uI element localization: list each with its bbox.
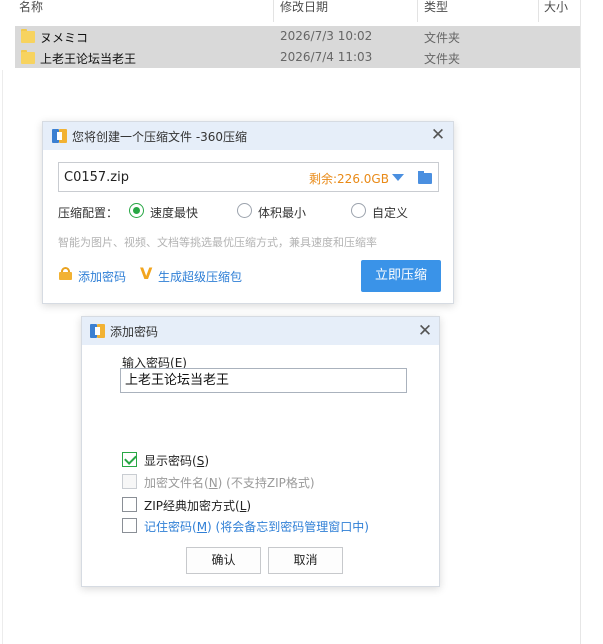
dialog-titlebar[interactable]: 您将创建一个压缩文件 -360压缩 ✕: [43, 122, 453, 150]
file-type: 文件夹: [424, 52, 461, 66]
folder-icon: [21, 29, 35, 43]
archive-app-icon: [90, 324, 105, 338]
dropdown-arrow-icon[interactable]: [392, 174, 404, 181]
file-row[interactable]: 上老王论坛当老王 2026/7/4 11:03 文件夹: [15, 47, 580, 68]
add-password-dialog: 添加密码 ✕ 输入密码(E) 上老王论坛当老王 显示密码(S) 加密文件名(N)…: [81, 316, 440, 587]
column-header-date[interactable]: 修改日期: [276, 0, 328, 22]
archive-app-icon: [52, 129, 67, 143]
checkbox-label[interactable]: 显示密码(S): [144, 452, 209, 469]
close-icon[interactable]: ✕: [417, 323, 433, 340]
dialog-title: 您将创建一个压缩文件 -360压缩: [72, 130, 248, 144]
file-name: 上老王论坛当老王: [40, 52, 137, 66]
radio-circle[interactable]: [351, 203, 366, 218]
column-divider[interactable]: [417, 0, 418, 22]
column-header-size[interactable]: 大小: [540, 0, 568, 22]
radio-label[interactable]: 体积最小: [258, 204, 306, 221]
checkbox-label[interactable]: ZIP经典加密方式(L): [144, 497, 251, 514]
lock-icon[interactable]: [59, 267, 72, 280]
super-archive-link[interactable]: 生成超级压缩包: [158, 268, 242, 285]
folder-icon: [21, 50, 35, 64]
password-input[interactable]: 上老王论坛当老王: [120, 368, 407, 393]
free-space-label: 剩余:226.0GB: [309, 172, 389, 186]
file-row[interactable]: ヌメミコ 2026/7/3 10:02 文件夹: [15, 26, 580, 47]
checkmark-icon[interactable]: [122, 452, 137, 467]
explorer-border: [2, 70, 3, 644]
checkbox-label: 加密文件名(N) (不支持ZIP格式): [144, 476, 315, 490]
column-header-name[interactable]: 名称: [15, 0, 43, 22]
compress-now-button[interactable]: 立即压缩: [361, 260, 441, 292]
archive-path-field[interactable]: C0157.zip 剩余:226.0GB: [58, 162, 439, 192]
file-date: 2026/7/4 11:03: [280, 50, 373, 64]
confirm-button[interactable]: 确认: [186, 547, 261, 574]
cancel-button[interactable]: 取消: [268, 547, 343, 574]
file-type: 文件夹: [424, 31, 461, 45]
checkbox-box[interactable]: [122, 497, 137, 512]
column-divider[interactable]: [273, 0, 274, 22]
screen: 名称 修改日期 类型 大小 ヌメミコ 2026/7/3 10:02 文件夹 上老…: [0, 0, 603, 644]
close-icon[interactable]: ✕: [430, 127, 446, 144]
checkbox-box-disabled: [122, 474, 137, 489]
browse-folder-icon[interactable]: [418, 171, 432, 184]
radio-label[interactable]: 自定义: [372, 204, 408, 221]
radio-circle[interactable]: [237, 203, 252, 218]
checkbox-box[interactable]: [122, 518, 137, 533]
explorer-border: [580, 0, 581, 644]
archive-filename[interactable]: C0157.zip: [64, 170, 129, 185]
checkbox-label[interactable]: 记住密码(M) (将会备忘到密码管理窗口中): [144, 518, 369, 535]
v-badge-icon[interactable]: V: [140, 264, 152, 283]
radio-circle-selected[interactable]: [129, 203, 144, 218]
dialog-titlebar[interactable]: 添加密码 ✕: [82, 317, 439, 345]
compression-config-label: 压缩配置：: [58, 206, 119, 220]
dialog-title: 添加密码: [110, 325, 159, 339]
compression-hint: 智能为图片、视频、文档等挑选最优压缩方式，兼具速度和压缩率: [58, 236, 377, 249]
file-name: ヌメミコ: [40, 31, 89, 45]
file-date: 2026/7/3 10:02: [280, 29, 373, 43]
column-header-type[interactable]: 类型: [420, 0, 448, 22]
compress-dialog: 您将创建一个压缩文件 -360压缩 ✕ C0157.zip 剩余:226.0GB…: [42, 121, 454, 304]
column-divider[interactable]: [538, 0, 539, 22]
radio-label[interactable]: 速度最快: [150, 204, 198, 221]
add-password-link[interactable]: 添加密码: [78, 268, 126, 285]
